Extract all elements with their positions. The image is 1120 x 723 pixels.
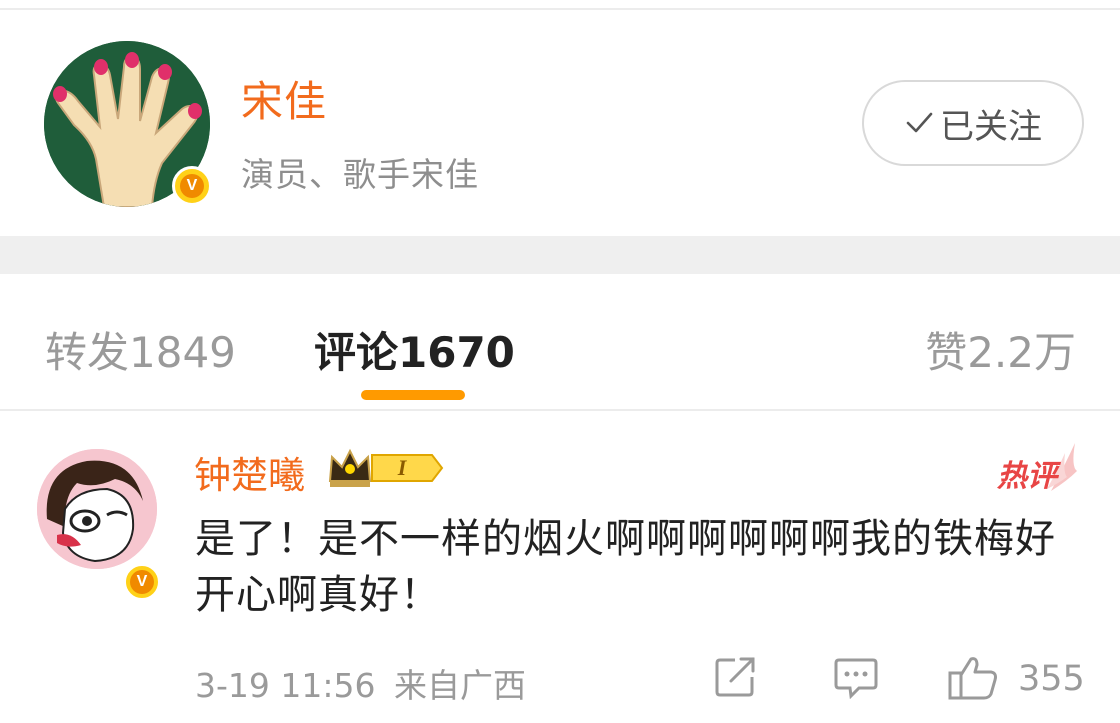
comment-meta: 3-19 11:56 来自广西 (195, 659, 526, 707)
tab-likes[interactable]: 赞2.2万 (925, 319, 1076, 380)
tab-comments-count: 1670 (398, 328, 515, 377)
comment-avatar[interactable]: V (37, 449, 161, 601)
tab-comments-label: 评论 (314, 328, 399, 377)
crown-level-badge-icon[interactable]: I (326, 445, 446, 491)
comment-time: 3-19 11:56 (195, 666, 376, 705)
hot-comment-label: 热评 (997, 459, 1057, 494)
comment-reply-icon[interactable] (833, 655, 879, 699)
thumbs-up-icon[interactable] (947, 655, 999, 701)
comment-text: 是了！是不一样的烟火啊啊啊啊啊啊我的铁梅好开心啊真好！ (195, 516, 1056, 618)
section-separator (0, 236, 1120, 274)
checkmark-icon (906, 112, 933, 133)
profile-header: V 宋佳 演员、歌手宋佳 已关注 (0, 10, 1120, 236)
comment-verified-mark: V (130, 570, 154, 594)
verified-badge-icon: V (172, 166, 212, 206)
follow-button-label: 已关注 (940, 106, 1042, 147)
comment-avatar-image (37, 449, 157, 569)
cartoon-face-illustration (37, 449, 157, 569)
verified-mark: V (180, 174, 204, 198)
comment-like-count: 355 (1018, 659, 1085, 699)
comment-author[interactable]: 钟楚曦 (194, 445, 305, 499)
hot-comment-tag: 热评 (995, 441, 1077, 495)
tab-repost[interactable]: 转发1849 (45, 319, 236, 380)
follow-button[interactable]: 已关注 (862, 80, 1084, 166)
tab-likes-count: 2.2万 (967, 328, 1076, 377)
interaction-tabs: 转发1849 评论1670 赞2.2万 (0, 274, 1120, 410)
profile-bio: 演员、歌手宋佳 (241, 155, 479, 194)
tab-repost-label: 转发 (45, 328, 130, 377)
tab-likes-label: 赞 (925, 328, 968, 377)
comment-source: 来自广西 (394, 666, 526, 705)
profile-avatar[interactable]: V (44, 41, 212, 207)
comment-verified-badge-icon: V (123, 563, 161, 601)
level-badge-text: I (397, 455, 408, 480)
profile-name[interactable]: 宋佳 (241, 68, 327, 129)
share-icon[interactable] (713, 655, 759, 699)
tab-repost-count: 1849 (129, 328, 236, 377)
comment-item: V 钟楚曦 I 热评 是了！是不一样的烟火啊啊啊啊啊啊我的铁梅好开心啊真好！ 3… (0, 411, 1120, 723)
active-tab-indicator (361, 390, 465, 400)
tab-comments[interactable]: 评论1670 (314, 319, 515, 380)
